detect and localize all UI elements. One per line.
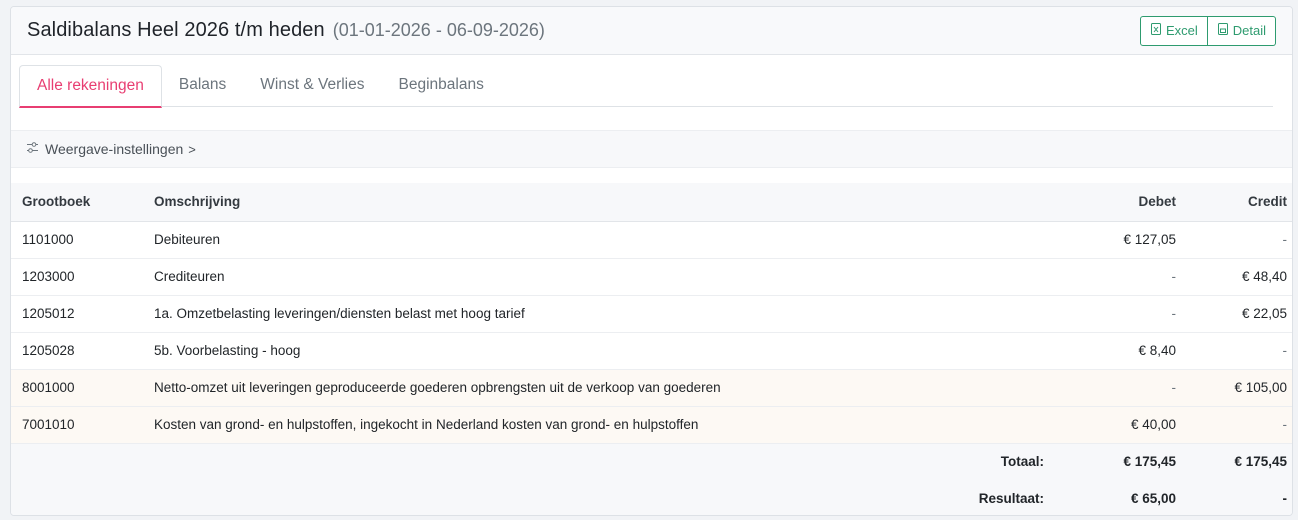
tab-balans[interactable]: Balans <box>162 65 243 107</box>
cell-debet: € 127,05 <box>1064 221 1184 259</box>
cell-credit: - <box>1184 221 1292 259</box>
column-header-debet[interactable]: Debet <box>1064 183 1184 222</box>
result-label: Resultaat: <box>144 480 1064 515</box>
cell-grootboek: 1205028 <box>11 332 144 370</box>
cell-debet: - <box>1064 369 1184 407</box>
file-detail-icon <box>1217 23 1229 38</box>
table-row[interactable]: 7001010 Kosten van grond- en hulpstoffen… <box>11 406 1292 444</box>
table-row[interactable]: 1101000 Debiteuren € 127,05 - <box>11 221 1292 259</box>
trial-balance-table: Grootboek Omschrijving Debet Credit 1101… <box>11 183 1292 515</box>
display-settings-label: Weergave-instellingen <box>45 141 184 157</box>
cell-credit: - <box>1184 406 1292 444</box>
cell-grootboek: 8001000 <box>11 369 144 407</box>
cell-credit: - <box>1184 332 1292 370</box>
cell-omschrijving: Debiteuren <box>144 221 1064 259</box>
tab-winst-verlies[interactable]: Winst & Verlies <box>243 65 381 107</box>
cell-grootboek: 1205012 <box>11 295 144 333</box>
result-row: Resultaat: € 65,00 - <box>11 480 1292 515</box>
export-button-group: Excel Detail <box>1139 15 1276 46</box>
cell-omschrijving: 1a. Omzetbelasting leveringen/diensten b… <box>144 295 1064 333</box>
totals-row: Totaal: € 175,45 € 175,45 <box>11 443 1292 480</box>
cell-omschrijving: Netto-omzet uit leveringen geproduceerde… <box>144 369 1064 407</box>
tab-bar: Alle rekeningen Balans Winst & Verlies B… <box>19 65 1273 108</box>
column-header-omschrijving[interactable]: Omschrijving <box>144 183 1064 222</box>
trial-balance-card: Saldibalans Heel 2026 t/m heden (01-01-2… <box>10 6 1293 516</box>
totals-label: Totaal: <box>144 443 1064 480</box>
cell-credit: € 105,00 <box>1184 369 1292 407</box>
table-row[interactable]: 8001000 Netto-omzet uit leveringen gepro… <box>11 369 1292 407</box>
cell-debet: € 8,40 <box>1064 332 1184 370</box>
cell-grootboek: 1101000 <box>11 221 144 259</box>
tab-beginbalans[interactable]: Beginbalans <box>382 65 501 107</box>
page-title: Saldibalans Heel 2026 t/m heden <box>27 19 325 41</box>
totals-debet: € 175,45 <box>1064 443 1184 480</box>
cell-omschrijving: Kosten van grond- en hulpstoffen, ingeko… <box>144 406 1064 444</box>
excel-button-label: Excel <box>1165 23 1198 38</box>
cell-debet: € 40,00 <box>1064 406 1184 444</box>
detail-button-label: Detail <box>1232 23 1266 38</box>
table-row[interactable]: 1203000 Crediteuren - € 48,40 <box>11 258 1292 296</box>
date-range: (01-01-2026 - 06-09-2026) <box>332 20 545 40</box>
cell-credit: € 22,05 <box>1184 295 1292 333</box>
sliders-icon <box>26 141 45 157</box>
chevron-right-icon: > <box>188 141 196 157</box>
display-settings-toggle[interactable]: Weergave-instellingen > <box>11 130 1292 168</box>
totals-credit: € 175,45 <box>1184 443 1292 480</box>
file-excel-icon <box>1150 23 1162 38</box>
cell-omschrijving: 5b. Voorbelasting - hoog <box>144 332 1064 370</box>
column-header-credit[interactable]: Credit <box>1184 183 1292 222</box>
table-row[interactable]: 1205028 5b. Voorbelasting - hoog € 8,40 … <box>11 332 1292 370</box>
result-debet: € 65,00 <box>1064 480 1184 515</box>
table-header-row: Grootboek Omschrijving Debet Credit <box>11 183 1292 222</box>
excel-button[interactable]: Excel <box>1139 15 1208 46</box>
result-credit: - <box>1184 480 1292 515</box>
cell-credit: € 48,40 <box>1184 258 1292 296</box>
tab-alle-rekeningen[interactable]: Alle rekeningen <box>19 65 162 108</box>
cell-grootboek: 1203000 <box>11 258 144 296</box>
cell-grootboek: 7001010 <box>11 406 144 444</box>
cell-debet: - <box>1064 258 1184 296</box>
card-header: Saldibalans Heel 2026 t/m heden (01-01-2… <box>11 7 1292 55</box>
detail-button[interactable]: Detail <box>1207 15 1276 46</box>
column-header-grootboek[interactable]: Grootboek <box>11 183 144 222</box>
cell-omschrijving: Crediteuren <box>144 258 1064 296</box>
table-row[interactable]: 1205012 1a. Omzetbelasting leveringen/di… <box>11 295 1292 333</box>
cell-debet: - <box>1064 295 1184 333</box>
